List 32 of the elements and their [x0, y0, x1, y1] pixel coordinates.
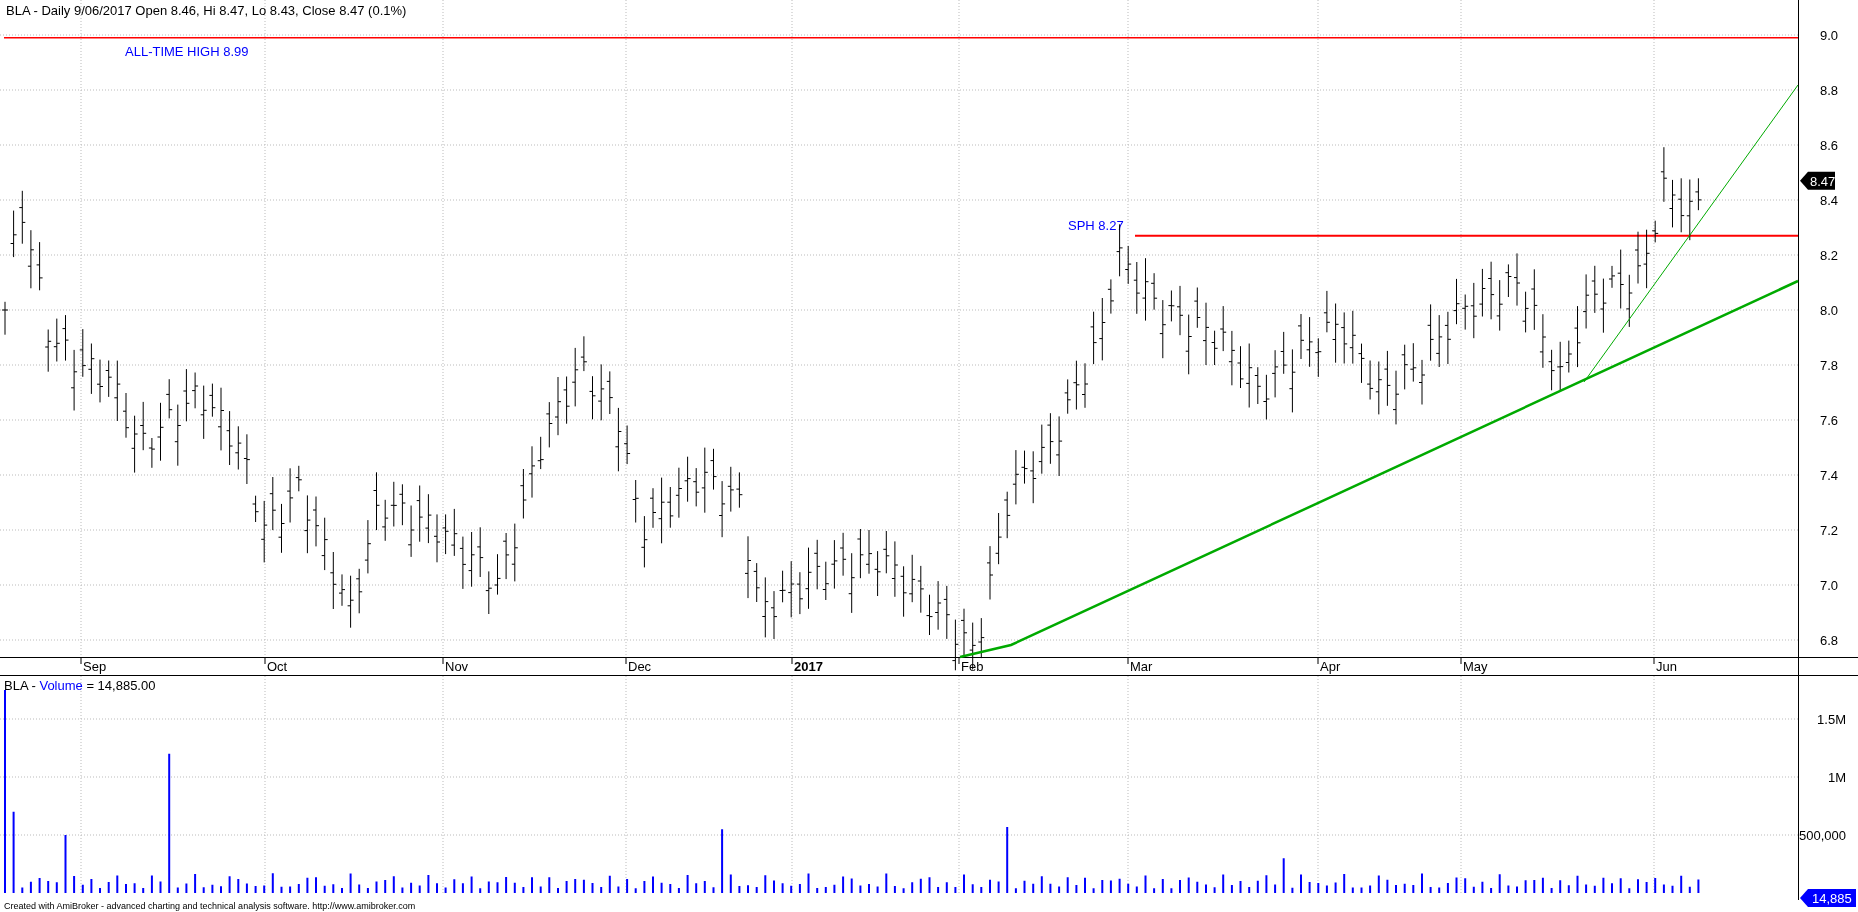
- price-axis-label: 7.0: [1819, 578, 1838, 593]
- volume-axis-label: 500,000: [1799, 828, 1846, 843]
- last-price-tag: 8.47: [1800, 171, 1836, 190]
- price-axis-label: 8.2: [1819, 248, 1838, 263]
- price-axis-label: 7.6: [1819, 413, 1838, 428]
- month-label: Jun: [1656, 659, 1677, 674]
- price-axis-label: 8.4: [1819, 193, 1838, 208]
- price-axis-label: 8.0: [1819, 303, 1838, 318]
- all-time-high-label: ALL-TIME HIGH 8.99: [125, 43, 249, 59]
- volume-axis-label: 1.5M: [1817, 712, 1846, 727]
- price-axis-label: 7.2: [1819, 523, 1838, 538]
- month-label: Oct: [267, 659, 288, 674]
- month-label: Dec: [628, 659, 652, 674]
- price-axis-label: 7.4: [1819, 468, 1838, 483]
- price-axis-label: 8.6: [1819, 138, 1838, 153]
- chart-title: BLA - Daily 9/06/2017 Open 8.46, Hi 8.47, Lo 8.43, Close 8.47 (0.1%): [6, 3, 407, 18]
- footer-credit: Created with AmiBroker - advanced charting and technical analysis software. http://www.amibroker.com: [4, 901, 416, 911]
- price-axis-label: 9.0: [1819, 28, 1838, 43]
- month-label: Nov: [445, 659, 469, 674]
- month-label: 2017: [794, 659, 823, 674]
- volume-title: BLA - Volume = 14,885.00: [4, 678, 156, 693]
- price-axis-label: 8.8: [1819, 83, 1838, 98]
- month-label: Apr: [1320, 659, 1341, 674]
- volume-axis-label: 1M: [1827, 770, 1846, 785]
- month-label: May: [1463, 659, 1488, 674]
- month-label: Feb: [961, 659, 984, 674]
- price-axis-label: 7.8: [1819, 358, 1838, 373]
- last-volume-tag: 14,885: [1800, 889, 1856, 907]
- swing-high-label: SPH 8.27: [1068, 217, 1124, 233]
- month-label: Mar: [1130, 659, 1153, 674]
- month-label: Sep: [83, 659, 107, 674]
- price-axis-label: 6.8: [1819, 633, 1838, 648]
